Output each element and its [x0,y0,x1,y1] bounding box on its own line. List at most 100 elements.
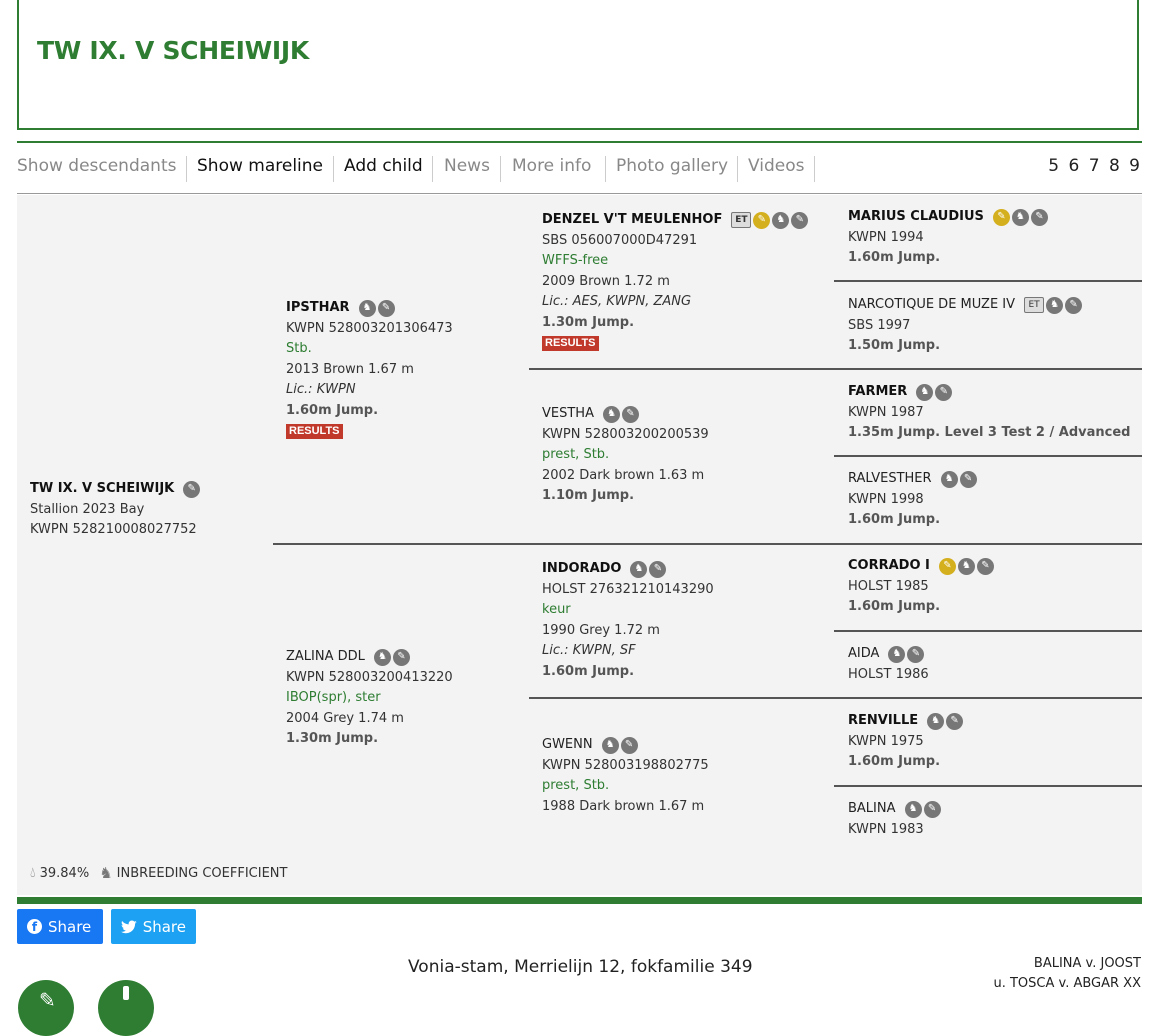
pedigree-icon[interactable]: ♞ [630,560,648,578]
pedigree-icon[interactable]: ♞ [601,736,619,754]
approved-icon: ✎ [753,211,771,229]
edit-icon[interactable]: ✎ [392,648,410,666]
pedigree-icon[interactable]: ♞ [772,211,790,229]
sdd-name[interactable]: RALVESTHER [848,469,932,490]
dam-dam-info: 1988 Dark brown 1.67 m [542,798,705,814]
photo-gallery-link[interactable]: Photo gallery [616,156,728,176]
nav-divider [186,156,187,182]
sire-name[interactable]: IPSTHAR [286,298,350,319]
sire-dam-predicate: prest, Stb. [542,447,610,462]
subject-name[interactable]: TW IX. V SCHEIWIJK [30,479,174,500]
sire-dam-name[interactable]: VESTHA [542,404,594,425]
edit-icon[interactable]: ✎ [791,211,809,229]
drop-icon: 💧︎ [30,865,36,881]
dss-name[interactable]: CORRADO I [848,556,930,577]
sire-dam-registration: KWPN 528003200200539 [542,426,709,442]
inbreeding-info: 💧︎ 39.84% ♞ INBREEDING COEFFICIENT [30,864,287,882]
edit-icon[interactable]: ✎ [946,712,964,730]
dam-sire-info: 1990 Grey 1.72 m [542,622,660,638]
ssd-name[interactable]: NARCOTIQUE DE MUZE IV [848,295,1015,316]
dsd-horse: AIDA ♞ ✎ HOLST 1986 [848,644,929,685]
dam-sire-sport: 1.60m Jump. [542,663,635,679]
sire-registration: KWPN 528003201306473 [286,320,453,336]
sire-sire-name[interactable]: DENZEL V'T MEULENHOF [542,210,722,231]
sire-results-button[interactable]: RESULTS [286,424,343,439]
edit-icon[interactable]: ✎ [959,470,977,488]
edit-icon[interactable]: ✎ [183,480,201,498]
more-info-link[interactable]: More info [512,156,591,176]
edit-icon[interactable]: ✎ [1030,208,1048,226]
lineage-info: BALINA v. JOOST u. TOSCA v. ABGAR XX [993,954,1141,994]
dam-dam-name[interactable]: GWENN [542,735,593,756]
pedigree-icon[interactable]: ♞ [904,800,922,818]
dsd-name[interactable]: AIDA [848,644,879,665]
twitter-icon [121,919,137,933]
facebook-share-button[interactable]: f Share [17,909,103,944]
twitter-share-button[interactable]: Share [111,909,196,944]
pedigree-icon[interactable]: ♞ [358,299,376,317]
pedigree-icon[interactable]: ♞ [927,712,945,730]
info-fab-button[interactable] [98,980,154,1036]
pedigree-icon[interactable]: ♞ [602,405,620,423]
sire-dam-horse: VESTHA ♞ ✎ KWPN 528003200200539 prest, St… [542,404,709,507]
edit-icon[interactable]: ✎ [935,383,953,401]
videos-link[interactable]: Videos [748,156,805,176]
ssd-horse: NARCOTIQUE DE MUZE IV ET ♞ ✎ SBS 1997 1.50… [848,295,1083,357]
edit-icon[interactable]: ✎ [1065,296,1083,314]
embryo-transfer-badge: ET [1024,296,1045,313]
inbreeding-label[interactable]: INBREEDING COEFFICIENT [117,866,288,881]
sss-registration: KWPN 1994 [848,229,924,245]
sds-name[interactable]: FARMER [848,382,907,403]
pedigree-icon[interactable]: ♞ [373,648,391,666]
edit-fab-button[interactable]: ✎ [18,980,74,1036]
edit-icon[interactable]: ✎ [621,405,639,423]
edit-icon[interactable]: ✎ [620,736,638,754]
edit-icon[interactable]: ✎ [377,299,395,317]
ddd-name[interactable]: BALINA [848,799,896,820]
sss-name[interactable]: MARIUS CLAUDIUS [848,207,984,228]
dam-sire-horse: INDORADO ♞ ✎ HOLST 276321210143290 keur 1… [542,559,714,682]
subject-info: Stallion 2023 Bay [30,501,145,517]
show-descendants-link[interactable]: Show descendants [17,156,176,176]
page-title: TW IX. V SCHEIWIJK [37,36,309,65]
sire-horse: IPSTHAR ♞ ✎ KWPN 528003201306473 Stb. 201… [286,298,453,442]
dss-horse: CORRADO I ✎ ♞ ✎ HOLST 1985 1.60m Jump. [848,556,994,618]
info-icon [123,986,129,1000]
dam-info: 2004 Grey 1.74 m [286,710,404,726]
dds-registration: KWPN 1975 [848,733,924,749]
pedigree-generation-selector[interactable]: 5 6 7 8 9 [1048,156,1142,176]
pedigree-table: TW IX. V SCHEIWIJK ✎ Stallion 2023 Bay K… [17,195,1142,895]
sire-dam-sport: 1.10m Jump. [542,488,635,503]
add-child-link[interactable]: Add child [344,156,423,176]
dam-sire-name[interactable]: INDORADO [542,559,621,580]
pedigree-icon[interactable]: ♞ [940,470,958,488]
dam-dam-horse: GWENN ♞ ✎ KWPN 528003198802775 prest, Stb… [542,735,709,817]
dam-sire-predicate: keur [542,602,571,617]
news-link[interactable]: News [444,156,490,176]
pedigree-icon[interactable]: ♞ [1046,296,1064,314]
facebook-icon: f [27,919,42,934]
sire-sire-info: 2009 Brown 1.72 m [542,273,670,289]
edit-icon[interactable]: ✎ [923,800,941,818]
sire-sire-predicate: WFFS-free [542,253,609,268]
ssd-registration: SBS 1997 [848,317,911,333]
edit-icon[interactable]: ✎ [907,645,925,663]
sire-sire-results-button[interactable]: RESULTS [542,336,599,351]
sire-sire-horse: DENZEL V'T MEULENHOF ET ✎ ♞ ✎ SBS 056007000… [542,210,809,354]
horse-icon: ♞ [99,864,113,882]
embryo-transfer-badge: ET [731,211,752,228]
pedigree-icon[interactable]: ♞ [888,645,906,663]
nav-divider [605,156,606,182]
edit-icon[interactable]: ✎ [649,560,667,578]
show-mareline-link[interactable]: Show mareline [197,156,323,176]
edit-icon[interactable]: ✎ [976,557,994,575]
facebook-share-label: Share [48,917,92,936]
sire-predicate: Stb. [286,341,312,356]
dam-predicate: IBOP(spr), ster [286,690,381,705]
dam-name[interactable]: ZALINA DDL [286,647,365,668]
pedigree-icon[interactable]: ♞ [1011,208,1029,226]
pedigree-icon[interactable]: ♞ [957,557,975,575]
dds-name[interactable]: RENVILLE [848,711,918,732]
pedigree-icon[interactable]: ♞ [916,383,934,401]
title-box: TW IX. V SCHEIWIJK [17,0,1139,130]
